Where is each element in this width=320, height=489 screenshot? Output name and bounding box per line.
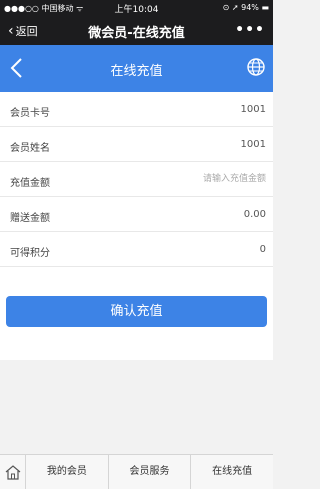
home-tab[interactable]: [0, 455, 26, 489]
amount-row: 充值金额: [0, 162, 273, 197]
amount-label: 充值金额: [10, 178, 50, 189]
points-row: 可得积分 0: [0, 232, 273, 267]
more-menu-button[interactable]: •••: [235, 22, 265, 38]
amount-input[interactable]: [116, 170, 266, 188]
bottom-tabbar: 我的会员 会员服务 在线充值: [0, 454, 273, 489]
recharge-form: 会员卡号 1001 会员姓名 1001 充值金额 赠送金额 0.00 可得积分 …: [0, 92, 273, 268]
wechat-header: ‹ 返回 微会员-在线充值 •••: [0, 16, 273, 45]
page-title: 在线充值: [110, 64, 163, 79]
bonus-value: 0.00: [243, 209, 266, 220]
tab-member-services[interactable]: 会员服务: [109, 455, 192, 489]
home-icon: [5, 465, 21, 480]
member-name-label: 会员姓名: [10, 143, 50, 154]
app-header: 在线充值: [0, 45, 273, 92]
member-name-row: 会员姓名 1001: [0, 127, 273, 162]
confirm-recharge-button[interactable]: 确认充值: [6, 296, 267, 327]
bonus-row: 赠送金额 0.00: [0, 197, 273, 232]
button-area: 确认充值: [0, 268, 273, 360]
card-no-label: 会员卡号: [10, 108, 50, 119]
status-bar: ●●●○○ 中国移动 ᯤ 上午10:04 ⊙ ➚ 94% ▬: [0, 0, 273, 16]
battery-status: ⊙ ➚ 94% ▬: [222, 3, 269, 12]
points-label: 可得积分: [10, 248, 50, 259]
points-value: 0: [259, 244, 266, 255]
wechat-title: 微会员-在线充值: [88, 26, 185, 41]
globe-icon[interactable]: [246, 57, 266, 77]
member-name-value: 1001: [240, 139, 266, 150]
bonus-label: 赠送金额: [10, 213, 50, 224]
tab-online-recharge[interactable]: 在线充值: [191, 455, 273, 489]
card-no-row: 会员卡号 1001: [0, 92, 273, 127]
card-no-value: 1001: [240, 104, 266, 115]
tab-my-membership[interactable]: 我的会员: [26, 455, 109, 489]
